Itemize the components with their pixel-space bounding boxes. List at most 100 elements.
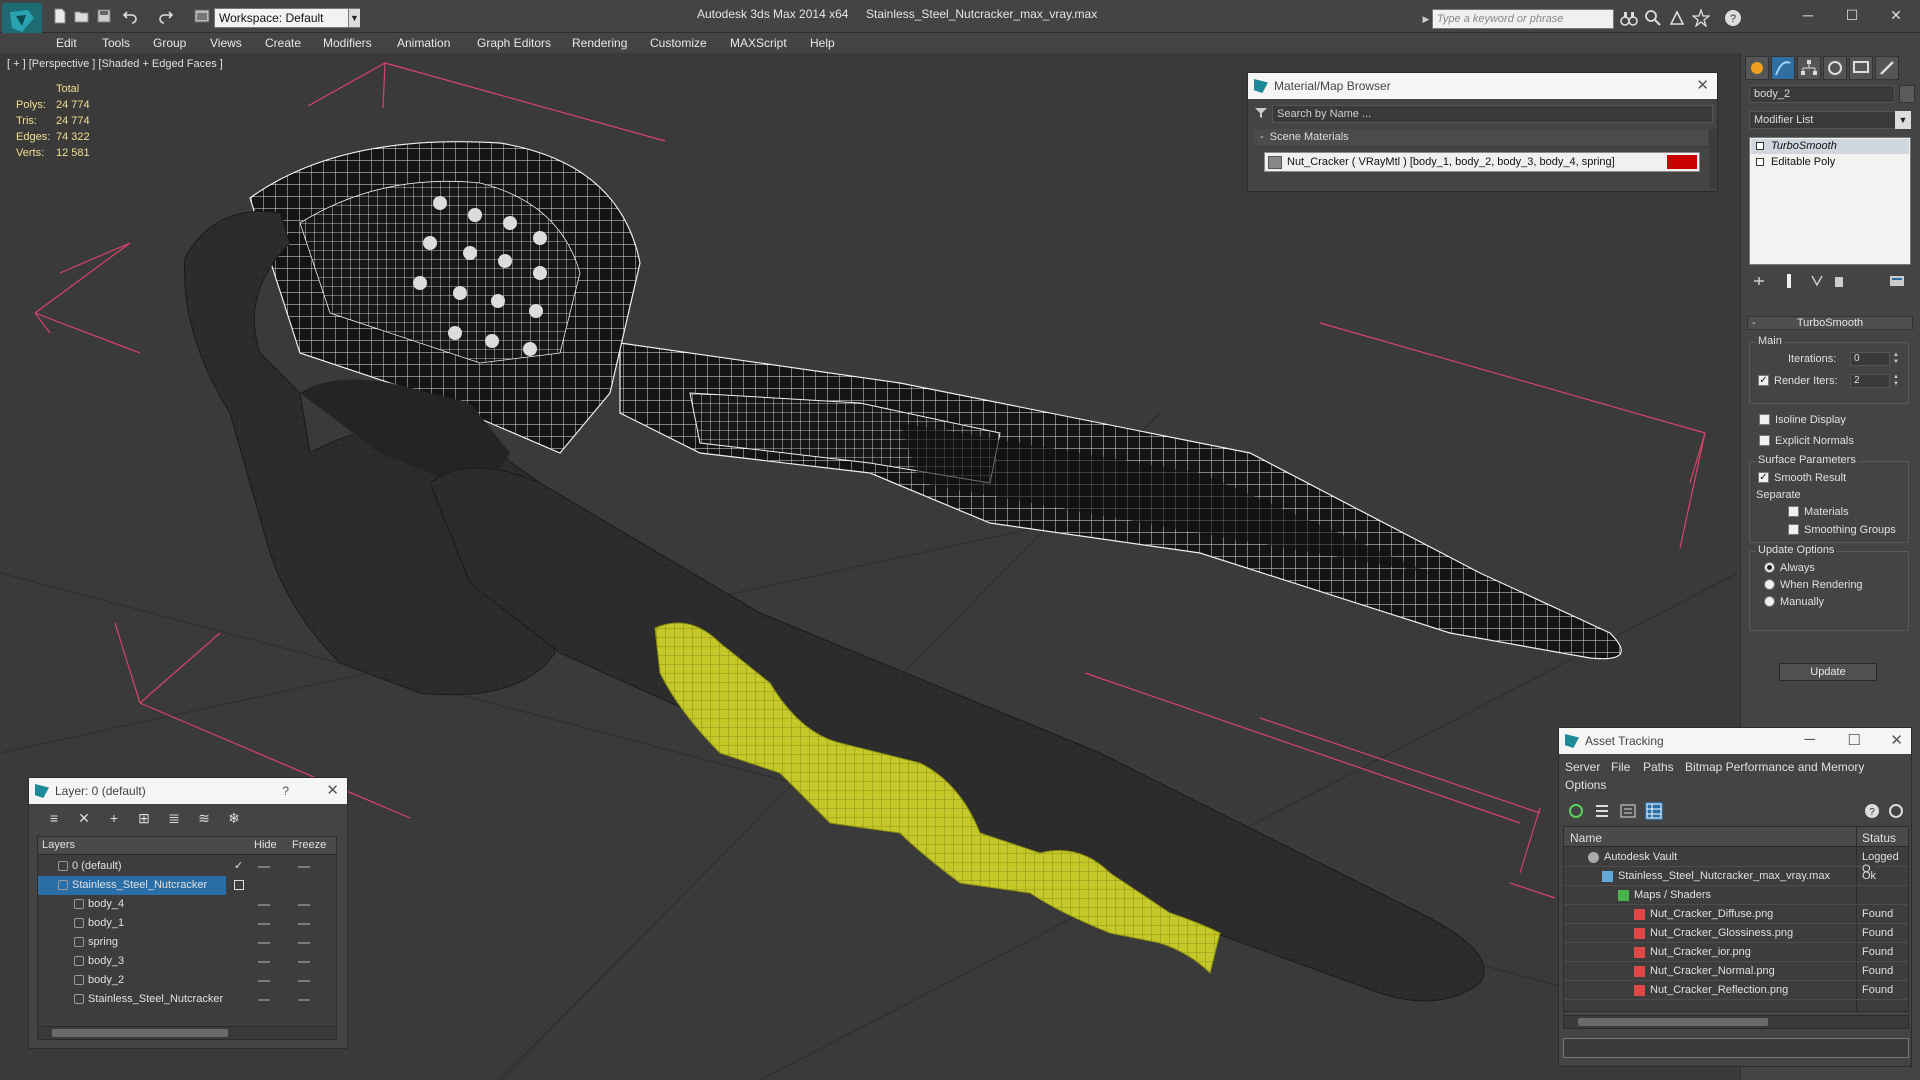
hide-column[interactable]: Hide xyxy=(254,839,277,851)
tree-view-icon[interactable] xyxy=(1619,802,1637,820)
filter-icon[interactable] xyxy=(1254,107,1268,119)
isoline-display-checkbox[interactable] xyxy=(1759,414,1770,425)
menu-modifiers[interactable]: Modifiers xyxy=(323,34,372,52)
maximize-button[interactable]: ☐ xyxy=(1837,3,1867,27)
menu-server[interactable]: Server xyxy=(1565,758,1600,776)
close-button[interactable]: ✕ xyxy=(1881,3,1911,27)
freeze-toggle[interactable] xyxy=(298,904,310,906)
hide-toggle[interactable] xyxy=(258,866,270,868)
freeze-toggle[interactable] xyxy=(298,980,310,982)
subscription-icon[interactable] xyxy=(1668,9,1686,27)
layer-row[interactable]: body_2 xyxy=(38,971,336,990)
layer-row[interactable]: body_4 xyxy=(38,895,336,914)
asset-path-field[interactable] xyxy=(1563,1038,1909,1058)
layer-row[interactable]: spring xyxy=(38,933,336,952)
horizontal-scrollbar[interactable] xyxy=(1563,1015,1909,1029)
expand-icon[interactable] xyxy=(1756,158,1764,166)
menu-options[interactable]: Options xyxy=(1565,776,1606,794)
menu-rendering[interactable]: Rendering xyxy=(572,34,627,52)
display-tab-icon[interactable] xyxy=(1849,56,1873,80)
asset-row[interactable]: Autodesk Vault Logged O xyxy=(1564,848,1908,875)
refresh-icon[interactable] xyxy=(1567,802,1585,820)
layers-column[interactable]: Layers xyxy=(42,839,75,851)
hide-toggle[interactable] xyxy=(258,942,270,944)
asset-row[interactable]: Nut_Cracker_Normal.png Found xyxy=(1564,962,1908,981)
chevron-down-icon[interactable]: ▼ xyxy=(1895,111,1911,129)
stack-item-turbosmooth[interactable]: TurboSmooth xyxy=(1751,139,1909,154)
when-rendering-radio[interactable] xyxy=(1764,579,1775,590)
modifier-list-dropdown[interactable]: Modifier List xyxy=(1749,111,1911,129)
open-file-icon[interactable] xyxy=(74,8,90,24)
menu-views[interactable]: Views xyxy=(210,34,242,52)
add-to-layer-icon[interactable]: + xyxy=(105,810,123,828)
render-iters-checkbox[interactable]: ✓ xyxy=(1758,375,1769,386)
layer-row[interactable]: body_3 xyxy=(38,952,336,971)
horizontal-scrollbar[interactable] xyxy=(37,1026,337,1040)
materials-checkbox[interactable] xyxy=(1788,506,1799,517)
binoculars-icon[interactable] xyxy=(1620,9,1638,27)
render-iters-spinner[interactable]: 2 xyxy=(1850,374,1890,388)
explicit-normals-checkbox[interactable] xyxy=(1759,435,1770,446)
freeze-column[interactable]: Freeze xyxy=(292,839,326,851)
minimize-button[interactable]: ─ xyxy=(1793,3,1823,27)
new-file-icon[interactable] xyxy=(52,8,68,24)
menu-maxscript[interactable]: MAXScript xyxy=(730,34,787,52)
chevron-down-icon[interactable]: ▼ xyxy=(348,9,360,27)
viewport-label[interactable]: [ + ] [Perspective ] [Shaded + Edged Fac… xyxy=(7,58,223,70)
hide-toggle[interactable] xyxy=(258,961,270,963)
scrollbar-thumb[interactable] xyxy=(1578,1018,1768,1026)
menu-help[interactable]: Help xyxy=(810,34,835,52)
help-icon[interactable]: ? xyxy=(1863,802,1881,820)
object-color-swatch[interactable] xyxy=(1899,85,1915,103)
freeze-all-icon[interactable]: ❄ xyxy=(225,810,243,828)
scene-materials-header[interactable]: - Scene Materials xyxy=(1254,129,1708,147)
freeze-toggle[interactable] xyxy=(298,999,310,1001)
menu-paths[interactable]: Paths xyxy=(1643,758,1674,776)
hide-toggle[interactable] xyxy=(258,904,270,906)
settings-help-icon[interactable] xyxy=(1887,802,1905,820)
close-icon[interactable]: ✕ xyxy=(326,781,339,799)
asset-row[interactable]: Stainless_Steel_Nutcracker_max_vray.max O… xyxy=(1564,867,1908,886)
list-view-icon[interactable] xyxy=(1593,802,1611,820)
spinner-arrows-icon[interactable]: ▲ ▼ xyxy=(1892,352,1900,366)
manually-radio[interactable] xyxy=(1764,596,1775,607)
always-radio[interactable] xyxy=(1764,562,1775,573)
motion-tab-icon[interactable] xyxy=(1823,56,1847,80)
pin-stack-icon[interactable] xyxy=(1751,273,1767,289)
layer-row[interactable]: Stainless_Steel_Nutcracker xyxy=(38,990,336,1009)
project-folder-icon[interactable] xyxy=(194,8,210,24)
asset-row[interactable]: Maps / Shaders xyxy=(1564,886,1908,905)
layer-row-selected[interactable]: Stainless_Steel_Nutcracker xyxy=(38,876,226,895)
help-button[interactable]: ? xyxy=(282,784,289,798)
material-search-input[interactable]: Search by Name ... xyxy=(1272,105,1713,123)
new-layer-icon[interactable]: ≡ xyxy=(45,810,63,828)
minimize-icon[interactable]: ─ xyxy=(1804,731,1815,748)
search-input[interactable]: Type a keyword or phrase xyxy=(1432,9,1614,29)
star-icon[interactable] xyxy=(1692,9,1710,27)
select-objects-icon[interactable]: ⊞ xyxy=(135,810,153,828)
iterations-spinner[interactable]: 0 xyxy=(1850,352,1890,366)
utilities-tab-icon[interactable] xyxy=(1875,56,1899,80)
light-bulb-icon[interactable] xyxy=(1756,142,1764,150)
material-browser-titlebar[interactable]: Material/Map Browser ✕ xyxy=(1248,73,1717,99)
menu-graph-editors[interactable]: Graph Editors xyxy=(477,34,551,52)
material-item[interactable]: Nut_Cracker ( VRayMtl ) [body_1, body_2,… xyxy=(1264,152,1700,172)
hide-toggle[interactable] xyxy=(258,980,270,982)
menu-group[interactable]: Group xyxy=(153,34,186,52)
object-name-field[interactable]: body_2 xyxy=(1749,85,1895,103)
search-icon[interactable] xyxy=(1644,9,1662,27)
menu-file[interactable]: File xyxy=(1611,758,1630,776)
rollout-header[interactable]: - TurboSmooth xyxy=(1747,316,1913,330)
remove-modifier-icon[interactable] xyxy=(1831,273,1847,289)
layer-dialog-titlebar[interactable]: Layer: 0 (default) ? ✕ xyxy=(29,778,347,804)
asset-row[interactable]: Nut_Cracker_ior.png Found xyxy=(1564,943,1908,962)
hide-all-icon[interactable]: ≋ xyxy=(195,810,213,828)
menu-edit[interactable]: Edit xyxy=(56,34,77,52)
smoothing-groups-checkbox[interactable] xyxy=(1788,524,1799,535)
layer-row[interactable]: body_1 xyxy=(38,914,336,933)
freeze-toggle[interactable] xyxy=(298,961,310,963)
undo-icon[interactable] xyxy=(122,8,138,24)
menu-customize[interactable]: Customize xyxy=(650,34,707,52)
configure-modifier-sets-icon[interactable] xyxy=(1889,273,1905,289)
make-current-icon[interactable] xyxy=(234,880,244,890)
